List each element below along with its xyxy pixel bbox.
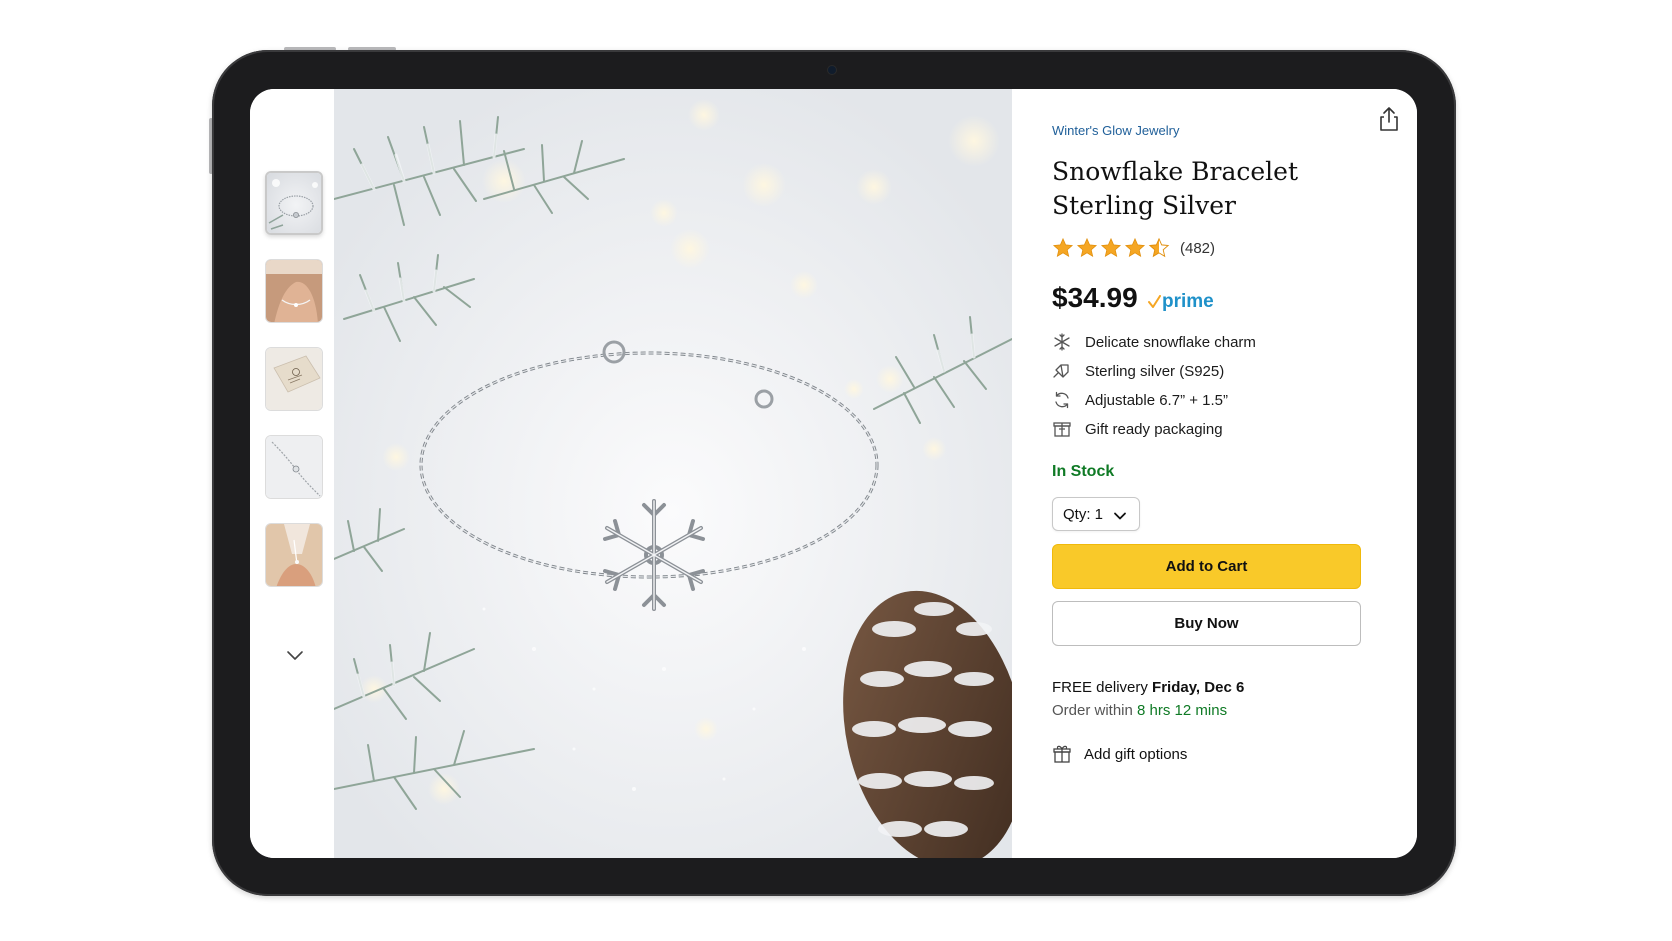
order-prefix: Order within bbox=[1052, 702, 1138, 719]
product-title-line-1: Snowflake Bracelet bbox=[1052, 157, 1299, 186]
feature-item: Gift ready packaging bbox=[1052, 418, 1223, 440]
thumbnail-bracelet-on-wrist[interactable] bbox=[265, 259, 323, 323]
diamond-icon bbox=[1053, 364, 1069, 378]
product-details-panel: Winter's Glow Jewelry Snowflake Bracelet… bbox=[1012, 89, 1417, 858]
order-countdown: Order within 8 hrs 12 mins bbox=[1052, 702, 1227, 719]
stock-status: In Stock bbox=[1052, 463, 1115, 480]
feature-text: Adjustable 6.7” + 1.5” bbox=[1085, 391, 1229, 409]
star-icon bbox=[1076, 237, 1098, 258]
gift-options-label: Add gift options bbox=[1084, 745, 1188, 763]
price: $34.99 bbox=[1052, 282, 1138, 313]
quantity-label: Qty: 1 bbox=[1063, 505, 1104, 523]
delivery-prefix: FREE delivery bbox=[1052, 679, 1153, 696]
prime-badge: prime bbox=[1147, 289, 1214, 315]
countdown-time: 8 hrs 12 mins bbox=[1137, 702, 1228, 719]
thumbnail-gift-box[interactable] bbox=[265, 347, 323, 411]
chevron-down-icon bbox=[1114, 512, 1126, 520]
thumbnail-rail bbox=[250, 89, 334, 858]
prime-check-icon bbox=[1148, 295, 1161, 308]
share-icon[interactable] bbox=[1376, 105, 1402, 133]
feature-text: Sterling silver (S925) bbox=[1085, 362, 1225, 380]
brand-link[interactable]: Winter's Glow Jewelry bbox=[1052, 123, 1179, 138]
feature-item: Delicate snowflake charm bbox=[1052, 331, 1256, 353]
feature-text: Delicate snowflake charm bbox=[1085, 333, 1256, 351]
main-product-image[interactable] bbox=[334, 89, 1012, 858]
add-gift-options[interactable]: Add gift options bbox=[1052, 742, 1187, 766]
prime-label: prime bbox=[1162, 291, 1214, 312]
star-icon bbox=[1124, 237, 1146, 258]
star-rating[interactable]: (482) bbox=[1052, 237, 1215, 259]
chevron-down-icon[interactable] bbox=[283, 643, 307, 667]
thumbnail-bracelet-close-up[interactable] bbox=[265, 435, 323, 499]
product-title-line-2: Sterling Silver bbox=[1052, 191, 1236, 220]
snowflake-icon bbox=[1054, 333, 1070, 351]
star-icon bbox=[1052, 237, 1074, 258]
delivery-info: FREE delivery Friday, Dec 6 bbox=[1052, 679, 1244, 696]
front-camera bbox=[828, 66, 836, 74]
delivery-date: Friday, Dec 6 bbox=[1152, 679, 1245, 696]
quantity-select[interactable]: Qty: 1 bbox=[1052, 497, 1140, 531]
product-title: Snowflake Bracelet Sterling Silver bbox=[1052, 155, 1382, 223]
gift-icon bbox=[1053, 745, 1071, 763]
thumbnail-bracelet-on-snow[interactable] bbox=[265, 171, 323, 235]
add-to-cart-button[interactable]: Add to Cart bbox=[1052, 544, 1361, 589]
feature-text: Gift ready packaging bbox=[1085, 420, 1223, 438]
star-icon bbox=[1100, 237, 1122, 258]
feature-item: Sterling silver (S925) bbox=[1052, 360, 1224, 382]
buy-now-button[interactable]: Buy Now bbox=[1052, 601, 1361, 646]
thumbnail-bracelet-worn-sweater[interactable] bbox=[265, 523, 323, 587]
feature-item: Adjustable 6.7” + 1.5” bbox=[1052, 389, 1228, 411]
rating-count[interactable]: (482) bbox=[1180, 240, 1215, 257]
gift-box-icon bbox=[1053, 422, 1071, 437]
half-star-icon bbox=[1148, 237, 1170, 258]
product-page: Winter's Glow Jewelry Snowflake Bracelet… bbox=[250, 89, 1417, 858]
adjust-cycle-icon bbox=[1055, 391, 1069, 409]
